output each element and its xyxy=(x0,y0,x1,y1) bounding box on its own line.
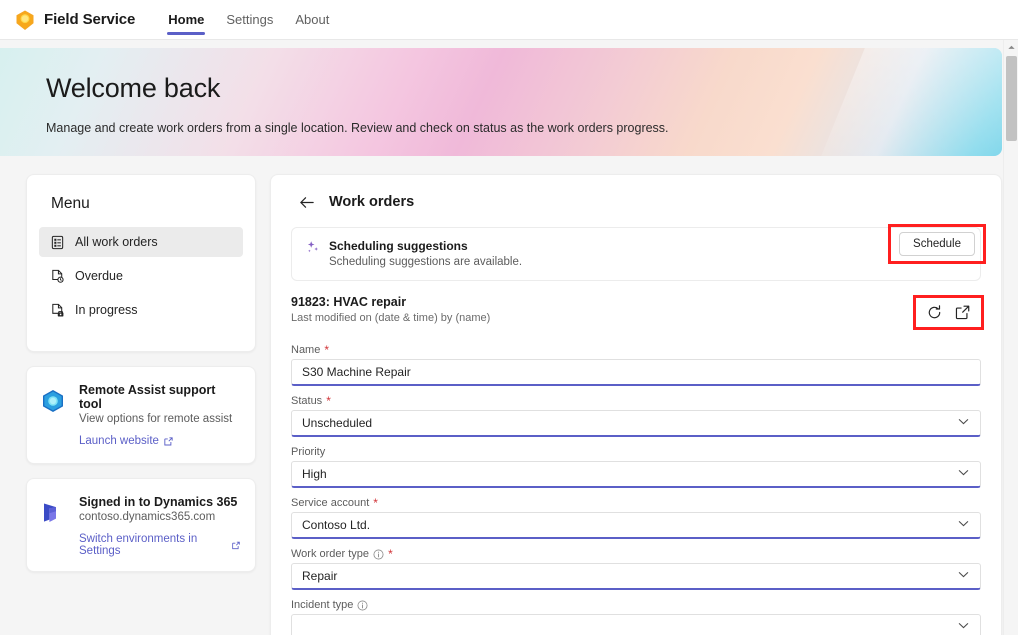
field-priority: Priority High xyxy=(291,446,981,488)
content-area: Menu All work orders Overdue In progress… xyxy=(0,156,1018,635)
welcome-banner: Welcome back Manage and create work orde… xyxy=(0,48,1002,156)
field-service-account: Service account * Contoso Ltd. xyxy=(291,497,981,539)
document-clock-icon xyxy=(49,268,65,284)
schedule-button[interactable]: Schedule xyxy=(899,232,975,256)
work-order-type-select[interactable]: Repair xyxy=(291,563,981,590)
external-link-icon xyxy=(232,541,240,549)
back-arrow-icon[interactable] xyxy=(297,193,315,211)
work-order-header: 91823: HVAC repair Last modified on (dat… xyxy=(291,295,984,334)
field-label: Priority xyxy=(291,446,981,458)
field-label: Incident type xyxy=(291,599,981,611)
work-orders-panel: Work orders Scheduling suggestions Sched… xyxy=(270,174,1002,635)
select-value: Repair xyxy=(302,569,338,583)
sidebar: Menu All work orders Overdue In progress… xyxy=(26,174,256,586)
select-value: Contoso Ltd. xyxy=(302,518,371,532)
label-text: Incident type xyxy=(291,599,354,611)
select-value: Unscheduled xyxy=(302,416,373,430)
chevron-down-icon xyxy=(957,619,970,635)
sidebar-item-overdue[interactable]: Overdue xyxy=(39,261,243,291)
field-label: Status * xyxy=(291,395,981,407)
panel-header: Work orders xyxy=(291,193,981,211)
tab-settings[interactable]: Settings xyxy=(215,0,284,40)
card-title: Remote Assist support tool xyxy=(79,383,216,411)
sidebar-item-label: In progress xyxy=(75,303,138,317)
popout-icon[interactable] xyxy=(953,303,972,322)
field-status: Status * Unscheduled xyxy=(291,395,981,437)
required-marker: * xyxy=(388,547,393,561)
chevron-down-icon xyxy=(957,466,970,482)
app-title: Field Service xyxy=(44,11,136,28)
scroll-thumb[interactable] xyxy=(1006,56,1017,141)
sparkle-icon xyxy=(306,240,320,259)
work-order-title: 91823: HVAC repair xyxy=(291,295,407,309)
status-select[interactable]: Unscheduled xyxy=(291,410,981,437)
sidebar-item-all-work-orders[interactable]: All work orders xyxy=(39,227,243,257)
select-value: High xyxy=(302,467,327,481)
card-subtitle: View options for remote assist xyxy=(79,413,233,425)
work-order-actions-highlight xyxy=(913,295,984,330)
label-text: Name xyxy=(291,344,321,356)
field-label: Service account * xyxy=(291,497,981,509)
menu-heading: Menu xyxy=(51,195,90,212)
list-document-icon xyxy=(49,234,65,250)
page-title: Welcome back xyxy=(46,73,221,103)
schedule-button-highlight: Schedule xyxy=(888,224,986,264)
tab-about[interactable]: About xyxy=(284,0,340,40)
field-name: Name * S30 Machine Repair xyxy=(291,344,981,386)
required-marker: * xyxy=(324,343,330,357)
card-subtitle: contoso.dynamics365.com xyxy=(79,511,216,523)
external-link-icon xyxy=(164,436,173,445)
work-order-form: Name * S30 Machine Repair Status * Unsch… xyxy=(291,344,981,635)
name-input[interactable]: S30 Machine Repair xyxy=(291,359,981,386)
suggestion-subtitle: Scheduling suggestions are available. xyxy=(329,256,523,268)
suggestion-title: Scheduling suggestions xyxy=(329,239,468,253)
panel-title: Work orders xyxy=(329,194,415,210)
info-icon[interactable] xyxy=(357,600,368,611)
sidebar-item-label: All work orders xyxy=(75,235,158,249)
document-progress-icon xyxy=(49,302,65,318)
page-scroll-area: Welcome back Manage and create work orde… xyxy=(0,40,1018,635)
switch-environments-link[interactable]: Switch environments in Settings xyxy=(79,533,241,557)
scheduling-suggestions-banner: Scheduling suggestions Scheduling sugges… xyxy=(291,224,986,281)
chevron-down-icon xyxy=(957,415,970,431)
chevron-down-icon xyxy=(957,517,970,533)
input-value: S30 Machine Repair xyxy=(302,365,411,379)
field-incident-type: Incident type xyxy=(291,599,981,635)
dynamics-365-card: Signed in to Dynamics 365 contoso.dynami… xyxy=(26,478,256,572)
work-order-last-modified: Last modified on (date & time) by (name) xyxy=(291,312,491,324)
info-icon[interactable] xyxy=(373,549,384,560)
nav-tabs: Home Settings About xyxy=(157,0,340,40)
field-label: Work order type * xyxy=(291,548,981,560)
service-account-select[interactable]: Contoso Ltd. xyxy=(291,512,981,539)
chevron-down-icon xyxy=(957,568,970,584)
field-label: Name * xyxy=(291,344,981,356)
incident-type-select[interactable] xyxy=(291,614,981,635)
label-text: Service account xyxy=(291,497,370,509)
field-service-badge-icon xyxy=(10,5,40,35)
sidebar-item-in-progress[interactable]: In progress xyxy=(39,295,243,325)
dynamics-365-icon xyxy=(39,499,67,527)
remote-assist-card: Remote Assist support tool View options … xyxy=(26,366,256,464)
link-label: Launch website xyxy=(79,435,159,447)
launch-website-link[interactable]: Launch website xyxy=(79,435,174,447)
required-marker: * xyxy=(326,394,331,408)
link-label: Switch environments in Settings xyxy=(79,533,198,557)
menu-card: Menu All work orders Overdue In progress xyxy=(26,174,256,352)
tab-home[interactable]: Home xyxy=(157,0,215,40)
label-text: Work order type xyxy=(291,548,370,560)
refresh-icon[interactable] xyxy=(925,303,944,322)
field-work-order-type: Work order type * Repair xyxy=(291,548,981,590)
priority-select[interactable]: High xyxy=(291,461,981,488)
sidebar-item-label: Overdue xyxy=(75,269,123,283)
remote-assist-hexagon-icon xyxy=(39,387,67,415)
vertical-scrollbar[interactable] xyxy=(1003,40,1018,635)
scroll-up-arrow-icon[interactable] xyxy=(1004,40,1018,55)
required-marker: * xyxy=(373,496,378,510)
label-text: Priority xyxy=(291,446,326,458)
card-title: Signed in to Dynamics 365 xyxy=(79,495,238,509)
label-text: Status xyxy=(291,395,323,407)
page-subtitle: Manage and create work orders from a sin… xyxy=(46,121,669,135)
top-navigation-bar: Field Service Home Settings About xyxy=(0,0,1018,40)
